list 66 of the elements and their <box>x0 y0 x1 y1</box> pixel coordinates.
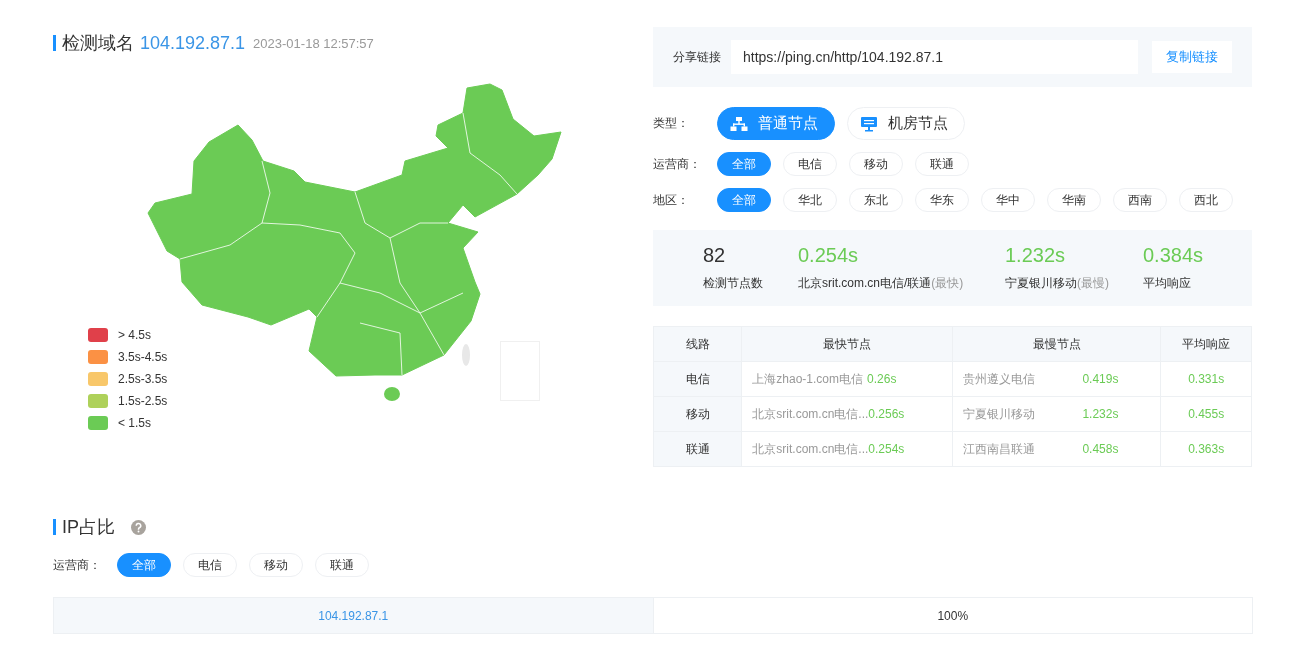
ip-address: 104.192.87.1 <box>318 608 389 623</box>
filter-label: 地区： <box>653 191 690 209</box>
section-title: 检测域名 <box>62 32 134 55</box>
type-toggle[interactable]: 机房节点 <box>847 107 965 140</box>
column-header: 最快节点 <box>823 336 872 351</box>
node-name: 北京srit.com.cn电信... <box>752 405 869 423</box>
average-time: 0.331s <box>1188 372 1225 386</box>
filter-chip[interactable]: 电信 <box>783 152 837 176</box>
filter-chip[interactable]: 西南 <box>1113 188 1167 212</box>
section-title: IP占比 <box>62 516 115 539</box>
response-time: 0.254s <box>868 442 905 456</box>
response-time: 0.26s <box>867 372 897 386</box>
filter-chip[interactable]: 华东 <box>915 188 969 212</box>
ip-share-percent: 100% <box>937 608 969 623</box>
domain-text: 104.192.87.1 <box>140 32 246 54</box>
average-time: 0.455s <box>1188 407 1225 421</box>
stat-label: 检测节点数 <box>703 275 763 292</box>
stat-value: 1.232s <box>1005 244 1067 267</box>
column-header: 平均响应 <box>1182 336 1231 351</box>
filter-chip[interactable]: 联通 <box>315 553 369 577</box>
filter-label: 类型： <box>653 115 690 132</box>
filter-label: 运营商： <box>653 155 702 173</box>
stat-label: 北京srit.com.cn电信/联通 <box>798 275 932 292</box>
share-label: 分享链接 <box>673 48 721 66</box>
legend-label: > 4.5s <box>118 328 152 342</box>
legend-label: 3.5s-4.5s <box>118 350 168 364</box>
filter-chip[interactable]: 移动 <box>849 152 903 176</box>
stat-label: 平均响应 <box>1143 275 1191 292</box>
filter-chip[interactable]: 华中 <box>981 188 1035 212</box>
filter-chip[interactable]: 东北 <box>849 188 903 212</box>
share-link-field[interactable]: https://ping.cn/http/104.192.87.1 <box>731 40 1138 74</box>
average-time: 0.363s <box>1188 442 1225 456</box>
legend-label: 2.5s-3.5s <box>118 372 168 386</box>
stat-value: 0.384s <box>1143 244 1205 267</box>
stat-label: 宁夏银川移动 <box>1005 275 1077 292</box>
stat-value: 82 <box>703 244 727 267</box>
line-name: 移动 <box>685 406 710 421</box>
filter-label: 运营商： <box>53 556 102 574</box>
filter-chip[interactable]: 电信 <box>183 553 237 577</box>
response-time: 0.458s <box>1082 442 1119 456</box>
node-name: 北京srit.com.cn电信... <box>752 440 869 458</box>
filter-chip[interactable]: 华北 <box>783 188 837 212</box>
node-name: 宁夏银川移动 <box>962 405 1035 423</box>
stat-note: (最快) <box>931 275 964 292</box>
timestamp: 2023-01-18 12:57:57 <box>253 35 374 51</box>
filter-chip[interactable]: 联通 <box>915 152 969 176</box>
filter-chip[interactable]: 华南 <box>1047 188 1101 212</box>
node-name: 江西南昌联通 <box>962 440 1035 458</box>
legend-label: < 1.5s <box>118 416 152 430</box>
stat-note: (最慢) <box>1077 275 1109 292</box>
stat-value: 0.254s <box>798 244 860 267</box>
legend-label: 1.5s-2.5s <box>118 394 168 408</box>
column-header: 最慢节点 <box>1032 336 1081 351</box>
line-name: 联通 <box>685 441 710 456</box>
node-name: 贵州遵义电信 <box>962 370 1035 388</box>
column-header: 线路 <box>685 336 710 351</box>
filter-chip[interactable]: 西北 <box>1179 188 1233 212</box>
response-time: 0.256s <box>868 407 905 421</box>
node-name: 上海zhao-1.com电信 <box>752 370 864 388</box>
line-name: 电信 <box>685 371 710 386</box>
monitor-icon <box>860 115 878 132</box>
hierarchy-icon <box>730 115 748 132</box>
response-time: 1.232s <box>1082 407 1119 421</box>
help-icon[interactable] <box>131 519 146 535</box>
response-time: 0.419s <box>1082 372 1119 386</box>
filter-chip[interactable]: 移动 <box>249 553 303 577</box>
